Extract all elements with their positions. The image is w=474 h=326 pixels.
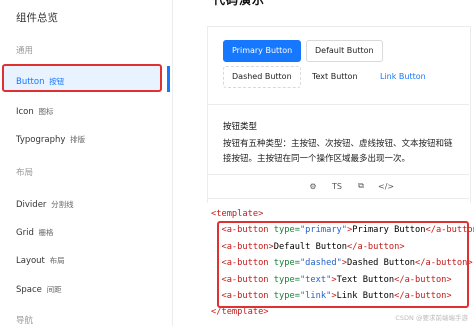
sidebar-item-sub: 间距 bbox=[46, 285, 62, 294]
template-close-tag: </template> bbox=[211, 307, 269, 318]
sidebar-item-label: Layout bbox=[16, 256, 45, 266]
watermark: CSDN @要求前端端手游 bbox=[395, 314, 468, 322]
sidebar-item-label: Typography bbox=[16, 135, 66, 145]
code-line-open: <template> bbox=[211, 206, 473, 222]
copy-icon[interactable]: ⧉ bbox=[354, 181, 368, 191]
sidebar-item-label: Divider bbox=[16, 200, 47, 210]
ts-toggle[interactable]: TS bbox=[330, 182, 344, 191]
code-divider bbox=[207, 198, 469, 199]
sidebar: 组件总览 通用 Button 按钮 Icon 图标 Typography 排版 … bbox=[0, 0, 173, 326]
code-highlight-box bbox=[217, 221, 469, 308]
sidebar-item-layout[interactable]: Layout 布局 bbox=[16, 255, 65, 266]
sidebar-group-general: 通用 bbox=[16, 46, 34, 56]
demo-divider bbox=[207, 104, 469, 105]
link-button[interactable]: Link Button bbox=[371, 66, 435, 88]
default-button[interactable]: Default Button bbox=[306, 40, 383, 62]
primary-button[interactable]: Primary Button bbox=[223, 40, 302, 62]
sidebar-item-label: Icon bbox=[16, 107, 34, 117]
sidebar-item-sub: 分割线 bbox=[51, 200, 74, 209]
sidebar-item-space[interactable]: Space 间距 bbox=[16, 284, 62, 295]
code-icon[interactable]: </> bbox=[378, 182, 394, 191]
sidebar-active-indicator bbox=[167, 66, 170, 92]
sidebar-group-nav: 导航 bbox=[16, 316, 34, 326]
description-title: 按钮类型 bbox=[223, 122, 258, 132]
sidebar-item-icon[interactable]: Icon 图标 bbox=[16, 106, 53, 117]
sidebar-item-sub: 图标 bbox=[38, 107, 54, 116]
template-open-tag: <template> bbox=[211, 209, 264, 219]
sidebar-item-label: Grid bbox=[16, 228, 34, 238]
theme-icon[interactable]: ⚙ bbox=[306, 182, 320, 191]
toolbar-divider bbox=[207, 174, 469, 175]
code-toolbar: ⚙ TS ⧉ </> bbox=[306, 181, 394, 191]
sidebar-item-label: Space bbox=[16, 285, 42, 295]
sidebar-item-sub: 排版 bbox=[70, 135, 86, 144]
sidebar-title: 组件总览 bbox=[16, 12, 58, 24]
dashed-button[interactable]: Dashed Button bbox=[223, 66, 301, 88]
section-heading: 代码演示 bbox=[213, 0, 266, 7]
sidebar-item-label: Button bbox=[16, 77, 45, 87]
sidebar-item-typography[interactable]: Typography 排版 bbox=[16, 134, 85, 145]
text-button[interactable]: Text Button bbox=[303, 66, 367, 88]
sidebar-item-sub: 按钮 bbox=[49, 77, 65, 86]
sidebar-item-button[interactable]: Button 按钮 bbox=[16, 76, 64, 87]
sidebar-item-grid[interactable]: Grid 栅格 bbox=[16, 227, 54, 238]
sidebar-item-divider[interactable]: Divider 分割线 bbox=[16, 199, 74, 210]
sidebar-group-layout: 布局 bbox=[16, 168, 34, 178]
sidebar-item-sub: 布局 bbox=[49, 256, 65, 265]
description-text: 按钮有五种类型：主按钮、次按钮、虚线按钮、文本按钮和链接按钮。主按钮在同一个操作… bbox=[223, 139, 453, 164]
sidebar-item-sub: 栅格 bbox=[38, 228, 54, 237]
